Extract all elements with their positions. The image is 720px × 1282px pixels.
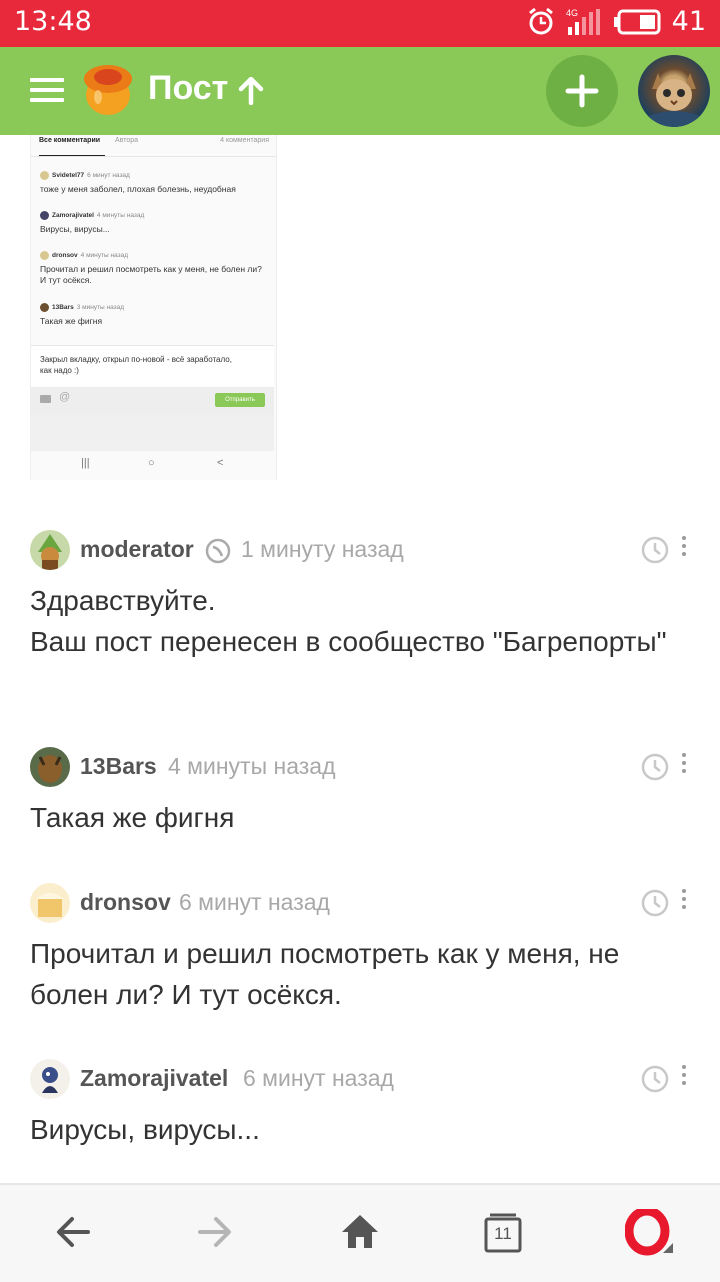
comment: Zamorajivatel 6 минут назад Вирусы, виру… bbox=[30, 1059, 695, 1150]
comment-text: Такая же фигня bbox=[30, 802, 235, 833]
image-comment: Zamorajivatel 4 минуты назад Вирусы, виру… bbox=[40, 211, 145, 234]
post-image[interactable]: Все комментарии Автора 4 комментария Svi… bbox=[30, 135, 277, 480]
comment-time: 6 минут назад bbox=[179, 889, 330, 915]
back-icon[interactable] bbox=[54, 1210, 92, 1254]
status-bar: 13:48 4G 41 bbox=[0, 0, 720, 47]
image-comment: 13Bars 3 минуты назад Такая же фигня bbox=[40, 303, 125, 326]
tab-count: 11 bbox=[494, 1224, 512, 1243]
comment-text: Здравствуйте. Ваш пост перенесен в сообщ… bbox=[30, 585, 667, 657]
add-icon bbox=[565, 74, 599, 108]
image-comment-count: 4 комментария bbox=[220, 137, 269, 144]
image-comment: dronsov 4 минуты назад Прочитал и решил п… bbox=[40, 251, 262, 285]
at-icon: @ bbox=[59, 391, 71, 403]
comment-author[interactable]: 13Bars bbox=[80, 753, 157, 780]
avatar[interactable] bbox=[30, 530, 70, 570]
opera-menu-icon[interactable] bbox=[625, 1209, 677, 1261]
image-actions: @ Отправить bbox=[31, 387, 274, 415]
avatar[interactable] bbox=[30, 1059, 70, 1099]
top-bar: Пост bbox=[0, 47, 720, 135]
menu-icon[interactable] bbox=[30, 78, 64, 102]
signal-icon: 4G bbox=[566, 8, 600, 35]
image-comment-input: Закрыл вкладку, открыл по-новой - всё за… bbox=[31, 345, 274, 388]
clock-icon[interactable] bbox=[641, 753, 669, 781]
comment-time: 1 минуту назад bbox=[241, 536, 404, 562]
comment-text: Прочитал и решил посмотреть как у меня, … bbox=[30, 938, 620, 1010]
comment: dronsov 6 минут назад Прочитал и решил п… bbox=[30, 883, 695, 1015]
battery-level: 41 bbox=[671, 6, 706, 37]
add-post-button[interactable] bbox=[546, 55, 618, 127]
comment-author[interactable]: dronsov bbox=[80, 889, 171, 916]
image-tab-author: Автора bbox=[115, 137, 139, 144]
clock-icon[interactable] bbox=[641, 1065, 669, 1093]
moderator-badge-icon bbox=[205, 538, 231, 564]
more-icon[interactable] bbox=[682, 753, 688, 775]
comment: 13Bars 4 минуты назад Такая же фигня bbox=[30, 747, 695, 838]
battery-icon bbox=[613, 9, 661, 34]
comment-text: Вирусы, вирусы... bbox=[30, 1114, 260, 1145]
alarm-icon bbox=[528, 7, 553, 34]
comment-author[interactable]: moderator bbox=[80, 536, 194, 563]
image-tabs: Все комментарии Автора 4 комментария bbox=[39, 137, 269, 157]
clock-icon[interactable] bbox=[641, 889, 669, 917]
page-title: Пост bbox=[148, 69, 229, 107]
avatar[interactable] bbox=[30, 747, 70, 787]
comment-time: 6 минут назад bbox=[243, 1065, 394, 1091]
comment-time: 4 минуты назад bbox=[168, 753, 336, 779]
comment: moderator 1 минуту назад Здравствуйте. В… bbox=[30, 530, 695, 662]
user-avatar[interactable] bbox=[638, 55, 710, 127]
image-tab-all: Все комментарии bbox=[39, 137, 101, 144]
signal-label: 4G bbox=[566, 8, 578, 18]
home-icon[interactable] bbox=[340, 1210, 380, 1254]
more-icon[interactable] bbox=[682, 536, 688, 558]
forward-icon[interactable] bbox=[196, 1210, 234, 1254]
image-send-button: Отправить bbox=[215, 393, 265, 407]
status-icons: 4G 41 bbox=[526, 6, 706, 37]
tabs-button[interactable]: 11 bbox=[484, 1213, 522, 1253]
site-logo[interactable] bbox=[82, 61, 134, 117]
camera-icon bbox=[40, 395, 51, 403]
browser-bottom-bar: 11 bbox=[0, 1183, 720, 1282]
image-comment: Svidetel77 6 минут назад тоже у меня забо… bbox=[40, 171, 236, 194]
more-icon[interactable] bbox=[682, 1065, 688, 1087]
image-nav-bar: ||| ○ < bbox=[31, 451, 274, 480]
arrow-up-icon[interactable] bbox=[238, 77, 264, 105]
more-icon[interactable] bbox=[682, 889, 688, 911]
clock-icon[interactable] bbox=[641, 536, 669, 564]
comment-author[interactable]: Zamorajivatel bbox=[80, 1065, 228, 1092]
avatar[interactable] bbox=[30, 883, 70, 923]
status-time: 13:48 bbox=[14, 6, 92, 37]
